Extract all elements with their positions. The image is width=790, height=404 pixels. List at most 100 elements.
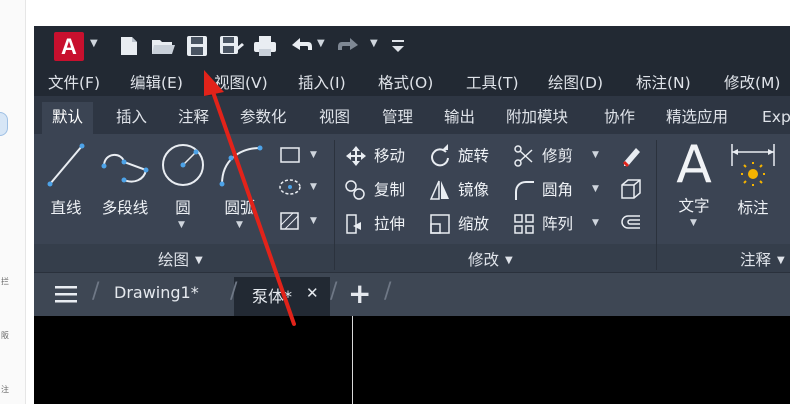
polyline-icon: [101, 154, 149, 183]
undo-dropdown-icon[interactable]: ▼: [317, 38, 325, 49]
trim-button[interactable]: 修剪: [512, 142, 602, 168]
background-text-3: 注: [1, 385, 9, 394]
tab-output[interactable]: 输出: [444, 102, 475, 134]
print-icon[interactable]: [252, 34, 278, 58]
tab-annotate[interactable]: 注释: [178, 102, 209, 134]
array-label: 阵列: [542, 215, 574, 233]
menu-file[interactable]: 文件(F): [48, 71, 100, 93]
new-tab-icon[interactable]: +: [348, 277, 371, 310]
ellipse-icon[interactable]: [278, 176, 302, 198]
menu-bar: 文件(F) 编辑(E) 视图(V) 插入(I) 格式(O) 工具(T) 绘图(D…: [34, 66, 790, 96]
tab-addins[interactable]: 附加模块: [506, 102, 568, 134]
tab-manage[interactable]: 管理: [382, 102, 413, 134]
ribbon-tab-bar: 默认 插入 注释 参数化 视图 管理 输出 附加模块 协作 精选应用 Exp: [34, 96, 790, 134]
polyline-button[interactable]: 多段线: [94, 140, 156, 220]
arc-dropdown-icon[interactable]: ▼: [236, 220, 243, 230]
hamburger-menu-icon[interactable]: [54, 283, 78, 305]
draw-panel-title[interactable]: 绘图 ▼: [158, 248, 203, 270]
fillet-button[interactable]: 圆角: [512, 176, 602, 202]
array-button[interactable]: 阵列: [512, 210, 602, 236]
panel-divider: [656, 140, 657, 270]
circle-label: 圆: [175, 199, 191, 217]
redo-dropdown-icon[interactable]: ▼: [370, 38, 378, 49]
menu-draw[interactable]: 绘图(D): [548, 71, 603, 93]
menu-tools[interactable]: 工具(T): [466, 71, 519, 93]
text-button[interactable]: A 文字 ▼: [666, 138, 722, 230]
background-window-strip: 拦 阪 注: [0, 0, 26, 404]
rectangle-icon[interactable]: [278, 144, 302, 166]
redo-icon[interactable]: [336, 34, 362, 58]
panel-title-bar: [34, 244, 790, 272]
rotate-label: 旋转: [458, 147, 490, 165]
customize-icon[interactable]: [384, 34, 410, 58]
circle-dropdown-icon[interactable]: ▼: [178, 220, 185, 230]
trim-dropdown-icon[interactable]: ▼: [592, 150, 599, 160]
polyline-label: 多段线: [101, 199, 149, 217]
drawing-canvas[interactable]: [34, 316, 790, 404]
application-menu-button[interactable]: A: [54, 32, 84, 61]
hatch-dropdown-icon[interactable]: ▼: [310, 216, 317, 226]
rectangle-dropdown-icon[interactable]: ▼: [310, 150, 317, 160]
rotate-icon: [431, 144, 449, 167]
tab-separator: /: [230, 279, 238, 304]
copy-button[interactable]: 复制: [344, 176, 434, 202]
close-tab-icon[interactable]: ✕: [306, 284, 319, 302]
draw-panel-title-text: 绘图: [158, 251, 190, 269]
array-dropdown-icon[interactable]: ▼: [592, 218, 599, 228]
scale-icon: [430, 214, 450, 234]
move-label: 移动: [374, 147, 406, 165]
text-label: 文字: [678, 197, 710, 215]
drawing1-tab[interactable]: Drawing1*: [114, 283, 199, 302]
scale-button[interactable]: 缩放: [428, 210, 508, 236]
erase-icon[interactable]: [618, 142, 644, 168]
trim-icon: [514, 145, 533, 167]
ellipse-dropdown-icon[interactable]: ▼: [310, 182, 317, 192]
text-dropdown-icon[interactable]: ▼: [690, 218, 697, 228]
save-as-icon[interactable]: [218, 34, 244, 58]
quick-access-toolbar: A ▼ ▼ ▼: [34, 26, 790, 66]
tab-featured-apps[interactable]: 精选应用: [666, 102, 728, 134]
menu-modify[interactable]: 修改(M): [724, 71, 780, 93]
offset-icon[interactable]: [618, 210, 644, 236]
menu-dimension[interactable]: 标注(N): [636, 71, 691, 93]
annotation-panel-title[interactable]: 注释 ▼: [740, 248, 785, 270]
tab-home[interactable]: 默认: [42, 102, 94, 134]
menu-insert[interactable]: 插入(I): [298, 71, 346, 93]
tab-express[interactable]: Exp: [762, 102, 790, 134]
undo-icon[interactable]: [288, 34, 314, 58]
arc-icon: [219, 145, 263, 187]
new-file-icon[interactable]: [116, 34, 142, 58]
dimension-button[interactable]: 标注: [728, 140, 778, 220]
line-icon: [47, 143, 85, 187]
circle-button[interactable]: 圆 ▼: [158, 140, 208, 230]
dimension-label: 标注: [737, 199, 769, 217]
dimension-icon: [731, 144, 775, 186]
move-button[interactable]: 移动: [344, 142, 434, 168]
menu-format[interactable]: 格式(O): [378, 71, 433, 93]
tab-collaborate[interactable]: 协作: [604, 102, 635, 134]
draw-panel-expand-icon: ▼: [195, 255, 203, 266]
menu-edit[interactable]: 编辑(E): [130, 71, 183, 93]
tab-insert[interactable]: 插入: [116, 102, 147, 134]
app-menu-dropdown-icon[interactable]: ▼: [90, 38, 98, 49]
rotate-button[interactable]: 旋转: [428, 142, 508, 168]
annotation-panel-expand-icon: ▼: [777, 255, 785, 266]
line-button[interactable]: 直线: [42, 140, 90, 220]
pump-body-tab[interactable]: 泵体*: [252, 283, 292, 307]
modify-panel-title[interactable]: 修改 ▼: [468, 248, 513, 270]
tab-separator: /: [330, 279, 338, 304]
arc-button[interactable]: 圆弧 ▼: [214, 140, 266, 230]
mirror-label: 镜像: [458, 181, 490, 199]
stretch-button[interactable]: 拉伸: [344, 210, 434, 236]
tab-parametric[interactable]: 参数化: [240, 102, 287, 134]
hatch-icon[interactable]: [278, 210, 302, 232]
panel-divider: [334, 140, 335, 270]
fillet-dropdown-icon[interactable]: ▼: [592, 184, 599, 194]
save-icon[interactable]: [184, 34, 210, 58]
menu-view[interactable]: 视图(V): [214, 71, 268, 93]
tab-view[interactable]: 视图: [319, 102, 350, 134]
explode-icon[interactable]: [618, 176, 644, 202]
trim-label: 修剪: [542, 147, 574, 165]
mirror-button[interactable]: 镜像: [428, 176, 508, 202]
open-folder-icon[interactable]: [150, 34, 176, 58]
